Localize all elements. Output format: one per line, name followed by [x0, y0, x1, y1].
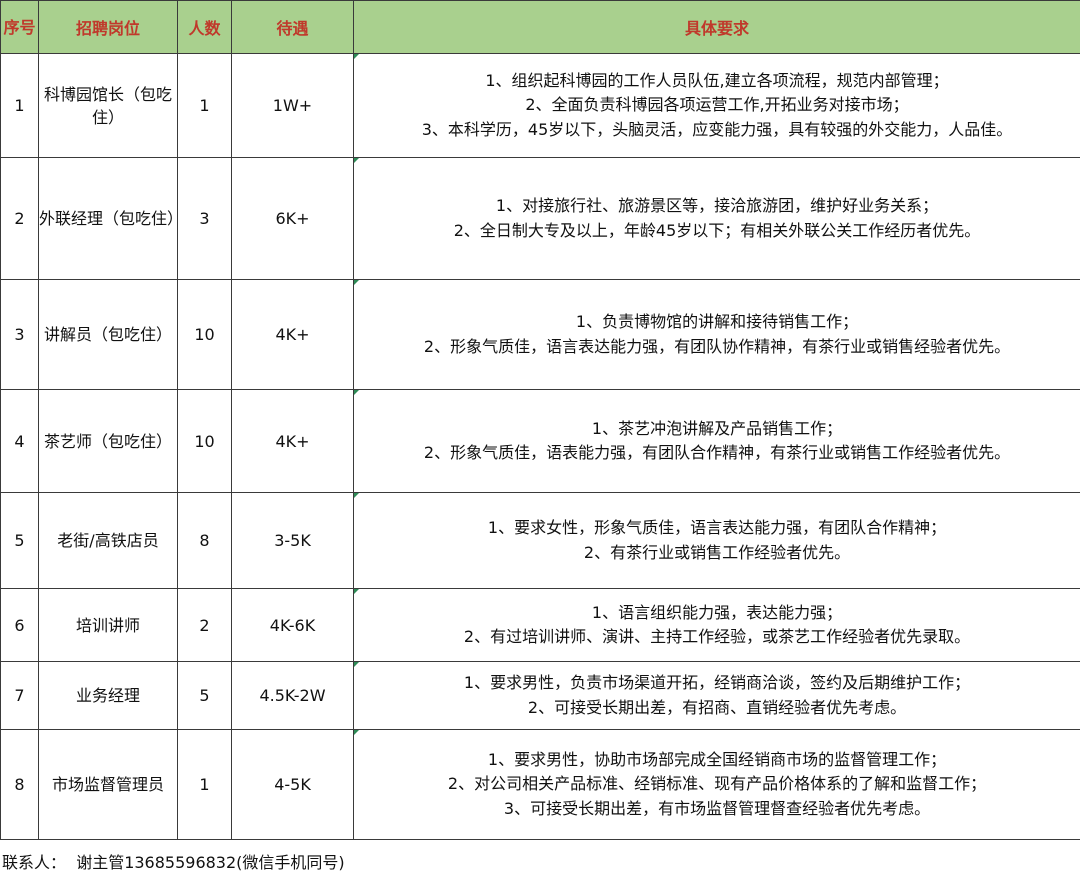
requirement-line: 3、可接受长期出差，有市场监督管理督查经验者优先考虑。: [503, 798, 931, 818]
cell-position: 业务经理: [38, 661, 178, 730]
header-row: 序号 招聘岗位 人数 待遇 具体要求: [0, 0, 1080, 54]
cell-salary: 4K+: [231, 279, 354, 390]
requirement-line: 1、要求男性，负责市场渠道开拓，经销商洽谈，签约及后期维护工作；: [463, 673, 971, 692]
requirement-line: 1、要求女性，形象气质佳，语言表达能力强，有团队合作精神；: [487, 518, 947, 537]
recruitment-table: 序号 招聘岗位 人数 待遇 具体要求 1 科博园馆长（包吃住） 1 1W+ 1、组织起科…: [0, 0, 1080, 840]
header-position: 招聘岗位: [38, 0, 178, 54]
cell-seq: 8: [0, 729, 39, 840]
table-body: 1 科博园馆长（包吃住） 1 1W+ 1、组织起科博园的工作人员队伍,建立各项流程，规范…: [0, 53, 1080, 840]
header-count: 人数: [177, 0, 232, 54]
table-row: 8 市场监督管理员 1 4-5K 1、要求男性，协助市场部完成全国经销商市场的监督管理工…: [0, 729, 1080, 840]
requirement-line: 1、茶艺冲泡讲解及产品销售工作；: [591, 418, 843, 438]
cell-salary: 4K-6K: [231, 588, 354, 662]
header-requirements: 具体要求: [353, 0, 1080, 54]
cell-count: 8: [177, 492, 232, 589]
cell-requirements: 1、要求女性，形象气质佳，语言表达能力强，有团队合作精神； 2、有茶行业或销售工作…: [353, 492, 1080, 589]
requirement-line: 1、对接旅行社、旅游景区等，接洽旅游团，维护好业务关系；: [495, 196, 939, 215]
table-row: 5 老街/高铁店员 8 3-5K 1、要求女性，形象气质佳，语言表达能力强，有团队合作精…: [0, 492, 1080, 589]
cell-position: 市场监督管理员: [38, 729, 178, 840]
cell-seq: 1: [0, 53, 39, 158]
cell-requirements: 1、要求男性，协助市场部完成全国经销商市场的监督管理工作； 2、对公司相关产品标准…: [353, 729, 1080, 840]
contact-line: 联系人： 谢主管13685596832(微信手机同号): [2, 850, 345, 876]
cell-salary: 6K+: [231, 157, 354, 280]
cell-seq: 7: [0, 661, 39, 730]
cell-salary: 4-5K: [231, 729, 354, 840]
cell-position: 科博园馆长（包吃住）: [38, 53, 178, 158]
cell-salary: 1W+: [231, 53, 354, 158]
cell-requirements: 1、组织起科博园的工作人员队伍,建立各项流程，规范内部管理； 2、全面负责科博园各…: [353, 53, 1080, 158]
cell-seq: 3: [0, 279, 39, 390]
table-row: 6 培训讲师 2 4K-6K 1、语言组织能力强，表达能力强； 2、有过培训讲师、演讲、主…: [0, 588, 1080, 662]
cell-seq: 5: [0, 492, 39, 589]
cell-requirements: 1、对接旅行社、旅游景区等，接洽旅游团，维护好业务关系； 2、全日制大专及以上，年…: [353, 157, 1080, 280]
cell-seq: 2: [0, 157, 39, 280]
table-row: 3 讲解员（包吃住） 10 4K+ 1、负责博物馆的讲解和接待销售工作； 2、形象气质佳，…: [0, 279, 1080, 390]
requirement-line: 1、语言组织能力强，表达能力强；: [591, 602, 843, 622]
requirement-line: 2、有过培训讲师、演讲、主持工作经验，或茶艺工作经验者优先录取。: [463, 627, 971, 646]
cell-count: 5: [177, 661, 232, 730]
requirement-line: 2、全日制大专及以上，年龄45岁以下；有相关外联公关工作经历者优先。: [453, 220, 981, 240]
requirement-line: 2、全面负责科博园各项运营工作,开拓业务对接市场；: [525, 95, 909, 115]
header-seq: 序号: [0, 0, 39, 54]
cell-salary: 3-5K: [231, 492, 354, 589]
requirement-line: 2、有茶行业或销售工作经验者优先。: [583, 542, 851, 562]
header-salary: 待遇: [231, 0, 354, 54]
requirement-line: 2、对公司相关产品标准、经销标准、现有产品价格体系的了解和监督工作；: [447, 774, 987, 794]
cell-requirements: 1、负责博物馆的讲解和接待销售工作； 2、形象气质佳，语言表达能力强，有团队协作精…: [353, 279, 1080, 390]
cell-requirements: 1、要求男性，负责市场渠道开拓，经销商洽谈，签约及后期维护工作； 2、可接受长期出…: [353, 661, 1080, 730]
cell-seq: 6: [0, 588, 39, 662]
cell-position: 讲解员（包吃住）: [38, 279, 178, 390]
requirement-line: 1、负责博物馆的讲解和接待销售工作；: [575, 312, 859, 331]
cell-position: 培训讲师: [38, 588, 178, 662]
cell-seq: 4: [0, 389, 39, 493]
requirement-line: 1、组织起科博园的工作人员队伍,建立各项流程，规范内部管理；: [485, 70, 949, 90]
requirement-line: 1、要求男性，协助市场部完成全国经销商市场的监督管理工作；: [487, 749, 947, 769]
table-row: 2 外联经理（包吃住） 3 6K+ 1、对接旅行社、旅游景区等，接洽旅游团，维护好业务关…: [0, 157, 1080, 280]
requirement-line: 2、可接受长期出差，有招商、直销经验者优先考虑。: [527, 697, 907, 717]
cell-count: 1: [177, 729, 232, 840]
cell-position: 外联经理（包吃住）: [38, 157, 178, 280]
cell-count: 10: [177, 389, 232, 493]
cell-requirements: 1、茶艺冲泡讲解及产品销售工作； 2、形象气质佳，语表能力强，有团队合作精神，有茶…: [353, 389, 1080, 493]
contact-value: 谢主管13685596832(微信手机同号): [76, 853, 345, 872]
requirement-line: 3、本科学历，45岁以下，头脑灵活，应变能力强，具有较强的外交能力，人品佳。: [421, 119, 1013, 139]
cell-salary: 4K+: [231, 389, 354, 493]
cell-count: 1: [177, 53, 232, 158]
table-row: 4 茶艺师（包吃住） 10 4K+ 1、茶艺冲泡讲解及产品销售工作； 2、形象气质佳，语表…: [0, 389, 1080, 493]
cell-position: 茶艺师（包吃住）: [38, 389, 178, 493]
cell-count: 2: [177, 588, 232, 662]
cell-salary: 4.5K-2W: [231, 661, 354, 730]
table-row: 7 业务经理 5 4.5K-2W 1、要求男性，负责市场渠道开拓，经销商洽谈，签约及后期…: [0, 661, 1080, 730]
cell-position: 老街/高铁店员: [38, 492, 178, 589]
cell-count: 10: [177, 279, 232, 390]
table-row: 1 科博园馆长（包吃住） 1 1W+ 1、组织起科博园的工作人员队伍,建立各项流程，规范…: [0, 53, 1080, 158]
cell-count: 3: [177, 157, 232, 280]
cell-requirements: 1、语言组织能力强，表达能力强； 2、有过培训讲师、演讲、主持工作经验，或茶艺工作…: [353, 588, 1080, 662]
requirement-line: 2、形象气质佳，语表能力强，有团队合作精神，有茶行业或销售工作经验者优先。: [423, 443, 1011, 462]
requirement-line: 2、形象气质佳，语言表达能力强，有团队协作精神，有茶行业或销售经验者优先。: [423, 336, 1011, 356]
contact-label: 联系人：: [2, 853, 67, 872]
